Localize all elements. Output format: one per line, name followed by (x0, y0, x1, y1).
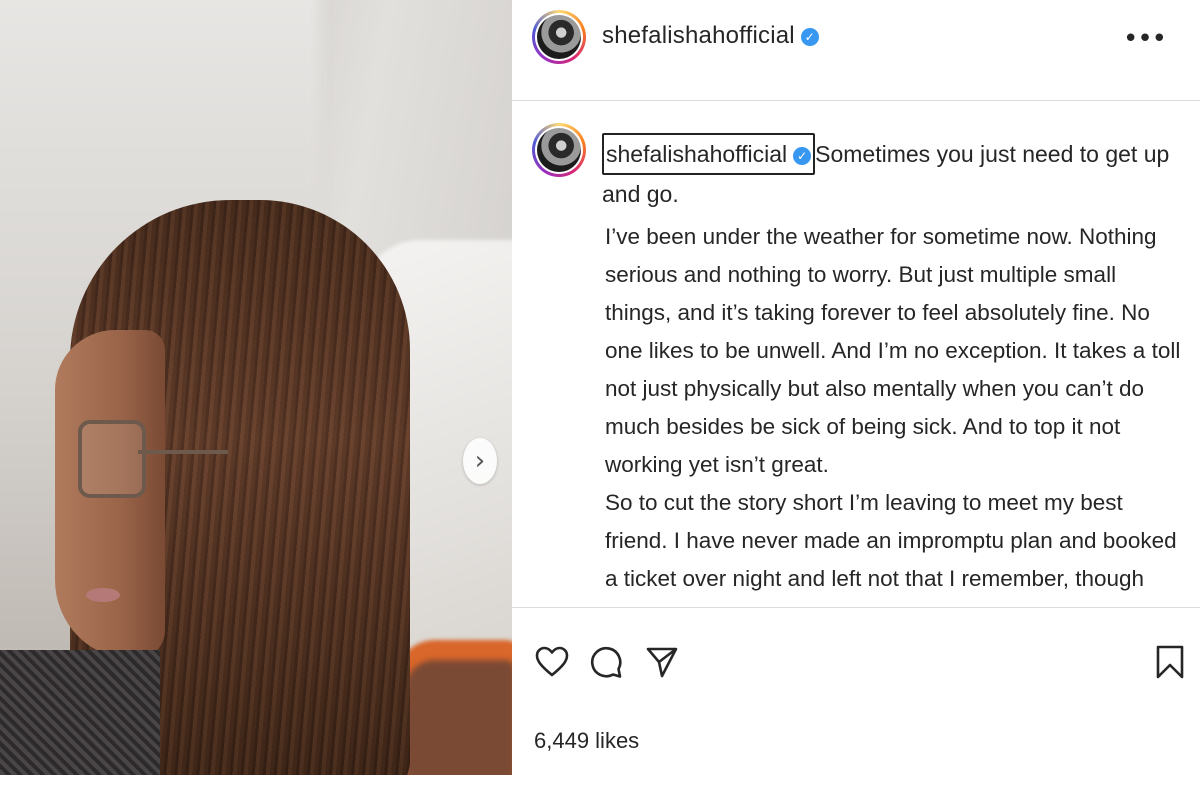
caption-first-line: shefalishahofficial ✓ Sometimes you just n… (602, 133, 1182, 213)
comment-icon (591, 647, 622, 678)
glasses (78, 420, 146, 498)
comment-button[interactable] (588, 642, 624, 682)
share-button[interactable] (644, 642, 680, 682)
post-header: shefalishahofficial ✓ ••• (512, 0, 1200, 101)
avatar-image (537, 128, 581, 172)
seat-brown-accent (405, 660, 512, 775)
save-button[interactable] (1152, 642, 1188, 682)
caption-username[interactable]: shefalishahofficial (606, 141, 787, 167)
caption-paragraph: I’ve been under the weather for sometime… (605, 224, 1181, 477)
share-icon (646, 647, 678, 678)
bookmark-icon (1156, 645, 1184, 679)
like-button[interactable] (534, 642, 570, 682)
lips (86, 588, 120, 602)
caption-paragraph: So to cut the story short I’m leaving to… (605, 490, 1177, 607)
action-bar (512, 630, 1200, 690)
shoulder (0, 650, 160, 775)
glasses-arm (138, 450, 228, 454)
avatar-image (537, 15, 581, 59)
bottom-strip (0, 775, 1200, 800)
more-icon[interactable]: ••• (1123, 24, 1167, 54)
username-text[interactable]: shefalishahofficial (602, 22, 795, 49)
post-photo[interactable]: › (0, 0, 512, 775)
avatar[interactable] (532, 10, 586, 64)
caption-avatar[interactable] (532, 123, 586, 177)
chevron-right-icon: › (474, 446, 486, 476)
next-slide-button[interactable]: › (463, 438, 497, 484)
verified-badge-icon: ✓ (793, 146, 812, 165)
caption-area: shefalishahofficial ✓ Sometimes you just n… (512, 101, 1200, 608)
verified-badge-icon: ✓ (800, 27, 819, 46)
caption-body: I’ve been under the weather for sometime… (605, 218, 1185, 607)
likes-count[interactable]: 6,449 likes (534, 728, 639, 754)
heart-icon (535, 646, 569, 677)
header-username[interactable]: shefalishahofficial ✓ (602, 22, 819, 50)
caption-username-box[interactable]: shefalishahofficial ✓ (602, 133, 816, 175)
post-detail-panel: shefalishahofficial ✓ ••• shefalishahoffi… (512, 0, 1200, 775)
